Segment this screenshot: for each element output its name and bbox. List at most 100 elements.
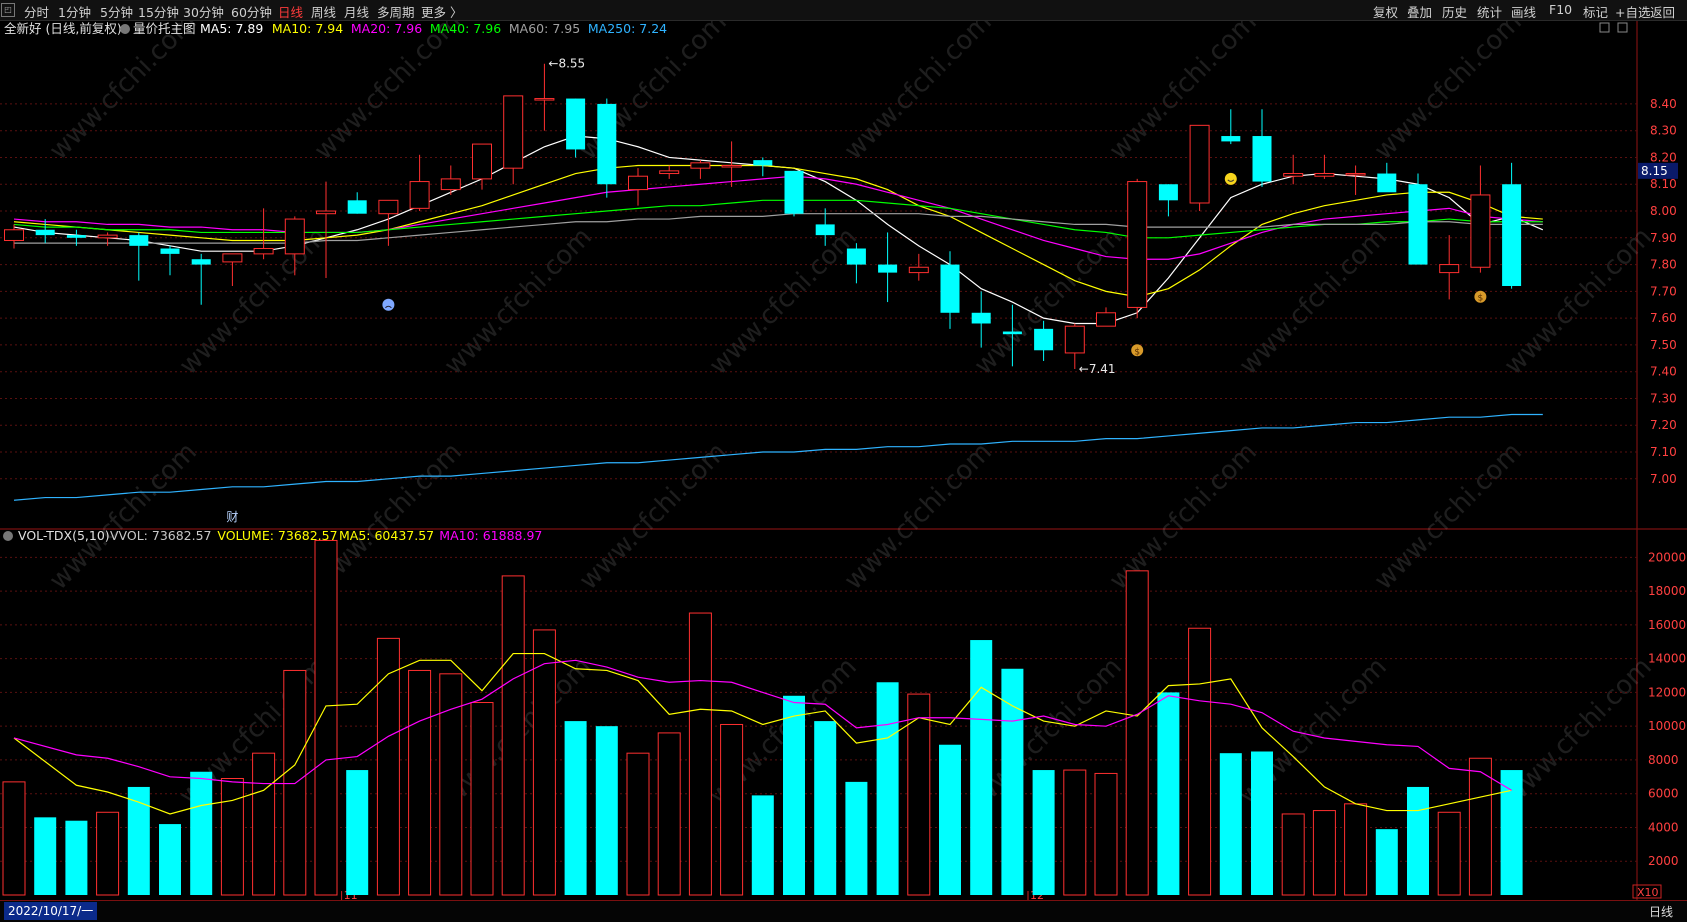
volume-bar-down bbox=[127, 786, 150, 895]
candle-body-up bbox=[908, 266, 929, 274]
menu-toggle-icon[interactable]: ◰ bbox=[1, 3, 15, 17]
ma-legend-item: MA5: 7.89 bbox=[200, 21, 263, 36]
volume-bar-up bbox=[1125, 570, 1149, 896]
price-tick-label: 8.30 bbox=[1650, 124, 1677, 138]
volume-bar-down bbox=[34, 817, 57, 895]
volume-bar-up bbox=[1063, 769, 1087, 896]
ma-legend-item: MA250: 7.24 bbox=[588, 21, 667, 36]
candle-body-up bbox=[534, 98, 555, 101]
candle-body-up bbox=[253, 248, 274, 255]
candle-body-down bbox=[846, 248, 866, 265]
timeframe-tab-0[interactable]: 分时 bbox=[24, 2, 49, 21]
candle-body-up bbox=[1096, 312, 1116, 327]
price-tick-label: 7.30 bbox=[1650, 391, 1677, 405]
volume-bar-down bbox=[1407, 786, 1429, 895]
toolbar-button-6[interactable]: 标记 bbox=[1583, 2, 1608, 21]
price-extreme-annotation: ←8.55 bbox=[548, 57, 585, 71]
timeframe-tab-7[interactable]: 周线 bbox=[311, 2, 336, 21]
volume-bar-up bbox=[1281, 813, 1305, 896]
price-tick-label: 7.20 bbox=[1650, 418, 1677, 432]
candle-body-up bbox=[659, 170, 680, 175]
toolbar-button-0[interactable]: 复权 bbox=[1373, 2, 1398, 21]
candle-body-up bbox=[472, 143, 492, 180]
volume-legend-item: MA10: 61888.97 bbox=[439, 528, 542, 543]
candle-body-up bbox=[1189, 124, 1210, 204]
candle-body-down bbox=[1502, 184, 1522, 286]
money-bag-icon: $ bbox=[1131, 344, 1144, 357]
volume-bar-down bbox=[1001, 668, 1024, 895]
timeframe-tab-10[interactable]: 更多 〉 bbox=[421, 2, 462, 21]
volume-bar-down bbox=[970, 640, 993, 895]
ma-line-ma250 bbox=[13, 413, 1543, 501]
toolbar-button-7[interactable]: +自选 bbox=[1615, 2, 1650, 21]
toolbar-button-8[interactable]: 返回 bbox=[1650, 2, 1675, 21]
timeframe-tab-6[interactable]: 日线 bbox=[278, 2, 303, 21]
watermark-text: www.cfchi.com bbox=[309, 21, 468, 166]
price-tick-label: 7.10 bbox=[1650, 445, 1677, 459]
candle-body-up bbox=[1439, 264, 1460, 274]
watermark-text: www.cfchi.com bbox=[839, 437, 998, 596]
chart-settings-icon bbox=[1617, 22, 1628, 33]
candle-body-down bbox=[1034, 328, 1054, 351]
candle-body-down bbox=[940, 264, 960, 313]
candle-body-up bbox=[440, 178, 461, 191]
timeframe-indicator[interactable]: 日线 bbox=[1649, 903, 1673, 920]
ma-line-ma40 bbox=[13, 199, 1543, 239]
toolbar-button-1[interactable]: 叠加 bbox=[1407, 2, 1432, 21]
legend-dropdown-icon[interactable] bbox=[120, 24, 130, 34]
volume-tick-label: 16000 bbox=[1648, 618, 1686, 632]
timeframe-tab-1[interactable]: 1分钟 bbox=[58, 2, 91, 21]
stock-title: 全新好 (日线,前复权) bbox=[4, 21, 122, 36]
timeframe-tab-3[interactable]: 15分钟 bbox=[138, 2, 179, 21]
candle-body-up bbox=[503, 95, 524, 169]
watermark-text: www.cfchi.com bbox=[174, 222, 333, 381]
price-tick-label: 8.10 bbox=[1650, 177, 1677, 191]
toolbar-button-5[interactable]: F10 bbox=[1549, 2, 1572, 17]
volume-bar-down bbox=[346, 770, 369, 895]
volume-bar-down bbox=[1219, 753, 1242, 895]
watermark-text: www.cfchi.com bbox=[1369, 437, 1528, 596]
watermark-text: www.cfchi.com bbox=[969, 222, 1128, 381]
ma-legend-item: MA60: 7.95 bbox=[509, 21, 580, 36]
volume-bar-up bbox=[532, 629, 556, 896]
toolbar-button-4[interactable]: 画线 bbox=[1511, 2, 1536, 21]
timeframe-tab-8[interactable]: 月线 bbox=[344, 2, 369, 21]
smiley-face-icon bbox=[1224, 172, 1237, 185]
volume-tick-label: 2000 bbox=[1648, 854, 1679, 868]
candle-body-down bbox=[1221, 136, 1241, 142]
watermark-text: www.cfchi.com bbox=[574, 437, 733, 596]
volume-bar-down bbox=[564, 721, 587, 895]
timeframe-tab-4[interactable]: 30分钟 bbox=[183, 2, 224, 21]
toolbar-button-2[interactable]: 历史 bbox=[1442, 2, 1467, 21]
timeframe-tab-2[interactable]: 5分钟 bbox=[100, 2, 133, 21]
candle-body-down bbox=[1377, 173, 1397, 193]
volume-bar-up bbox=[688, 612, 712, 896]
candle-body-up bbox=[409, 181, 430, 209]
candle-body-down bbox=[129, 235, 149, 246]
volume-bar-up bbox=[470, 702, 494, 896]
volume-bar-up bbox=[501, 575, 525, 896]
toolbar-button-3[interactable]: 统计 bbox=[1477, 2, 1502, 21]
volume-bar-down bbox=[814, 721, 837, 895]
volume-tick-label: 12000 bbox=[1648, 685, 1686, 699]
timeframe-tab-5[interactable]: 60分钟 bbox=[231, 2, 272, 21]
volume-tick-label: 10000 bbox=[1648, 719, 1686, 733]
volume-bar-up bbox=[626, 752, 650, 896]
volume-dropdown-icon[interactable] bbox=[3, 531, 13, 541]
last-price-label: 8.15 bbox=[1641, 164, 1668, 178]
price-tick-label: 7.80 bbox=[1650, 258, 1677, 272]
money-bag-icon: $ bbox=[1474, 290, 1487, 304]
volume-bar-down bbox=[1375, 829, 1398, 895]
candle-body-down bbox=[1158, 184, 1178, 201]
volume-bar-down bbox=[939, 744, 961, 895]
watermark-text: www.cfchi.com bbox=[1369, 21, 1528, 166]
ma-line-ma10 bbox=[13, 164, 1543, 298]
timeframe-tab-9[interactable]: 多周期 bbox=[377, 2, 415, 21]
volume-legend-item: VVOL: 73682.57 bbox=[110, 528, 212, 543]
ma-legend-item: MA20: 7.96 bbox=[351, 21, 422, 36]
volume-bar-up bbox=[1468, 757, 1492, 896]
watermark-text: www.cfchi.com bbox=[1104, 21, 1263, 166]
volume-bar-down bbox=[190, 771, 213, 895]
pin-chart-icon bbox=[1599, 22, 1610, 33]
ma-line-ma20 bbox=[13, 175, 1543, 260]
